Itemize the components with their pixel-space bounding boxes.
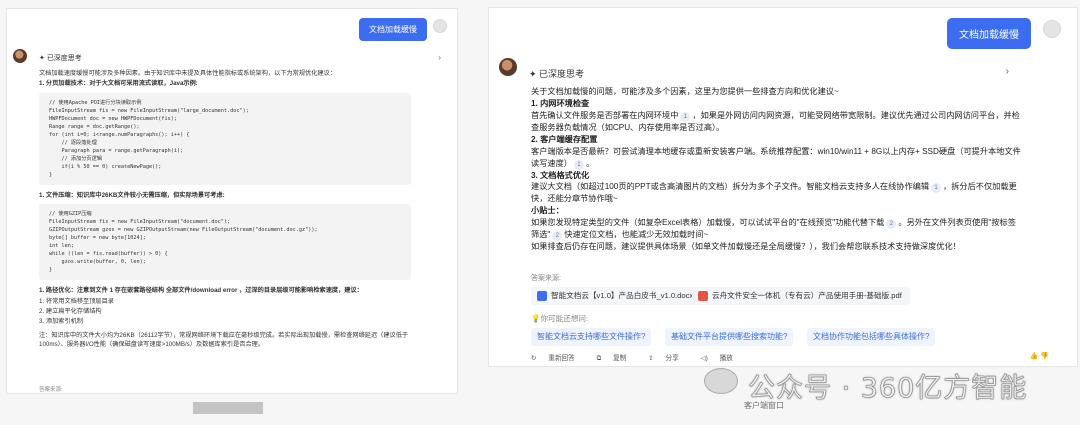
list-item: 2. 建立扁平化存储结构 bbox=[39, 308, 102, 316]
assistant-avatar bbox=[13, 49, 27, 63]
word-doc-icon bbox=[537, 291, 547, 301]
citation-badge[interactable]: 1 bbox=[931, 183, 942, 194]
speaker-icon: ◁) bbox=[700, 355, 710, 362]
copy-icon: ⧉ bbox=[596, 355, 604, 362]
answer-intro: 关于文档加载慢的问题，可能涉及多个因素，这里为您提供一些排查方向和优化建议~ bbox=[531, 87, 839, 96]
user-question-bubble[interactable]: 文档加载缓慢 bbox=[947, 18, 1031, 49]
regenerate-button[interactable]: ↻ 重新回答 bbox=[531, 355, 585, 362]
section-heading: 3. 文档格式优化 bbox=[531, 170, 590, 180]
section-heading: 2. 客户端缓存配置 bbox=[531, 134, 598, 144]
watermark: 公众号 · 360亿方智能 bbox=[748, 373, 1028, 405]
source-doc-chip[interactable]: 云舟文件安全一体机（专有云）产品使用手册-基础版.pdf bbox=[692, 287, 910, 305]
paragraph: 如果排查后仍存在问题，建议提供具体场景（如单文件加载慢还是全局缓慢？），我们会帮… bbox=[531, 242, 961, 252]
feedback-buttons: 👍 👎 bbox=[1030, 352, 1049, 360]
section-heading: 1. 内网环境检查 bbox=[531, 98, 590, 108]
suggestions-label: 💡你可能还想问: bbox=[531, 314, 589, 323]
assistant-avatar bbox=[499, 58, 517, 76]
source-label: 答案来源: bbox=[39, 387, 63, 393]
thumbs-down-icon[interactable]: 👎 bbox=[1040, 353, 1049, 360]
answer-note: 注：知识库中的文件大小均为26KB（26112字节），常规网络环境下载应在毫秒级… bbox=[39, 331, 409, 349]
share-button[interactable]: ⇪ 分享 bbox=[648, 355, 689, 362]
caption: 客户端窗口 bbox=[744, 401, 784, 410]
paragraph: 首先确认文件服务是否部署在内网环境中 1 ，如果是外网访问内网资源，可能受网络带宽限… bbox=[531, 110, 1020, 132]
suggested-question[interactable]: 基础文件平台提供哪些搜索功能? bbox=[665, 328, 794, 346]
source-doc-chip[interactable]: 智能文档云【v1.0】产品白皮书_v1.0.docx bbox=[531, 287, 702, 305]
paragraph: 如果您发现特定类型的文件（如复杂Excel表格）加载慢，可以试试平台的"在线预览… bbox=[531, 218, 1016, 242]
comparison-canvas: 文档加载缓慢 ✦ 已深度思考 › 文档加载速度缓慢可能涉及多种因素。由于知识库中… bbox=[0, 0, 1080, 425]
pdf-doc-icon bbox=[698, 291, 708, 301]
chevron-right-icon[interactable]: › bbox=[1006, 66, 1009, 77]
play-button[interactable]: ◁) 播放 bbox=[701, 355, 743, 362]
share-icon: ⇪ bbox=[648, 355, 656, 362]
code-block: // 使用GZIP压缩 FileInputStream fis = new Fi… bbox=[39, 204, 411, 281]
sparkle-icon: ✦ bbox=[529, 69, 540, 79]
section-title: 1. 分页加载技术：对于大文档可采用流式读取，Java示例: bbox=[39, 80, 198, 88]
answer-intro: 文档加载速度缓慢可能涉及多种因素。由于知识库中未提及具体性能指标或系统架构，以下… bbox=[39, 70, 336, 77]
section-title: 1. 路径优化：注意到文件 1 存在嵌套路径结构 全部文件/download e… bbox=[39, 287, 363, 295]
deep-thinking-toggle[interactable]: ✦ 已深度思考 bbox=[39, 53, 82, 63]
chevron-right-icon[interactable]: › bbox=[438, 53, 441, 62]
section-title: 1. 文件压缩：知识库中26KB文件较小无需压缩，但实际场景可考虑: bbox=[39, 191, 225, 199]
answer-body: 关于文档加载慢的问题，可能涉及多个因素，这里为您提供一些排查方向和优化建议~ 1… bbox=[531, 86, 1021, 253]
code-block: // 使用Apache POI进行分块读取示例 FileInputStream … bbox=[39, 92, 411, 185]
deep-thinking-toggle[interactable]: ✦ 已深度思考 bbox=[529, 67, 584, 80]
thumbs-up-icon[interactable]: 👍 bbox=[1030, 353, 1039, 360]
answer-body: 文档加载速度缓慢可能涉及多种因素。由于知识库中未提及具体性能指标或系统架构，以下… bbox=[39, 69, 411, 351]
caption-placeholder bbox=[193, 402, 263, 414]
sparkle-icon: ✦ bbox=[39, 55, 47, 62]
suggested-question[interactable]: 智能文档云支持哪些文件操作? bbox=[531, 328, 652, 346]
source-label: 答案来源: bbox=[531, 275, 561, 282]
chat-panel-left: 文档加载缓慢 ✦ 已深度思考 › 文档加载速度缓慢可能涉及多种因素。由于知识库中… bbox=[6, 8, 458, 394]
tip-heading: 小贴士： bbox=[531, 206, 564, 216]
paragraph: 客户端版本是否最新？可尝试清理本地缓存或重新安装客户端。系统推荐配置：win10… bbox=[531, 146, 1021, 170]
citation-badge[interactable]: 1 bbox=[680, 111, 691, 122]
list-item: 1. 将常用文档移至顶层目录 bbox=[39, 297, 114, 305]
chat-panel-right: 文档加载缓慢 ✦ 已深度思考 › 关于文档加载慢的问题，可能涉及多个因素，这里为… bbox=[488, 7, 1078, 367]
wechat-icon bbox=[704, 368, 738, 394]
citation-badge[interactable]: 2 bbox=[886, 219, 897, 230]
user-avatar bbox=[1043, 20, 1061, 38]
list-item: 3. 添加索引机制 bbox=[39, 318, 84, 326]
answer-actions: ↻ 重新回答 ⧉ 复制 ⇪ 分享 ◁) 播放 bbox=[531, 352, 753, 363]
citation-badge[interactable]: 1 bbox=[573, 159, 584, 170]
citation-badge[interactable]: 2 bbox=[552, 231, 563, 242]
paragraph: 建议大文档（如超过100页的PPT或含高清图片的文档）拆分为多个子文件。智能文档… bbox=[531, 182, 1017, 204]
user-avatar bbox=[433, 19, 447, 33]
suggested-question[interactable]: 文档协作功能包括哪些具体操作? bbox=[807, 328, 936, 346]
copy-button[interactable]: ⧉ 复制 bbox=[597, 355, 637, 362]
user-question-bubble[interactable]: 文档加载缓慢 bbox=[359, 18, 427, 41]
refresh-icon: ↻ bbox=[531, 355, 539, 362]
